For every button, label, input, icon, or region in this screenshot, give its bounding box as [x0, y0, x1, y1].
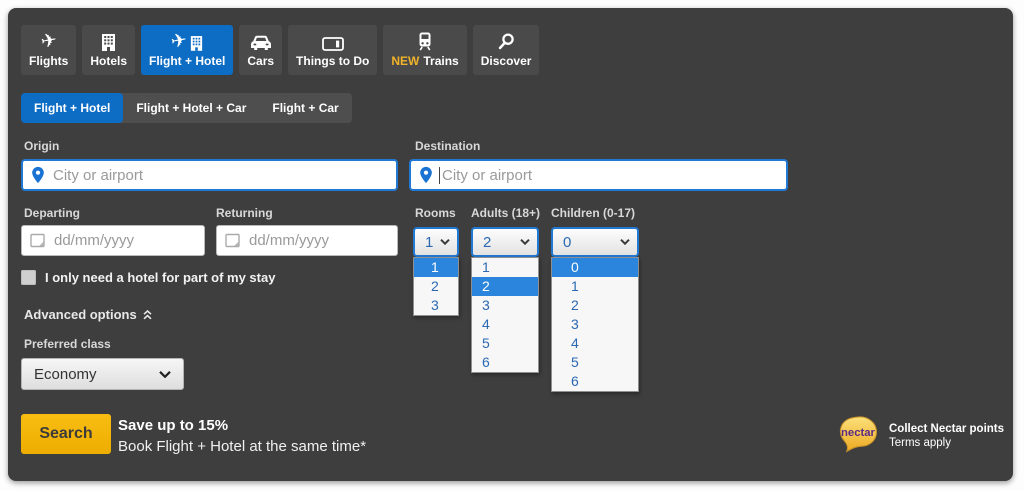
adults-value: 2	[483, 234, 491, 251]
origin-input[interactable]	[53, 167, 388, 184]
children-option[interactable]: 6	[552, 372, 638, 391]
chevron-down-icon	[520, 239, 530, 245]
children-option[interactable]: 4	[552, 334, 638, 353]
magnifier-icon	[497, 30, 515, 51]
adults-option[interactable]: 2	[472, 277, 538, 296]
nectar-logo: nectar	[836, 416, 880, 453]
tab-discover[interactable]: Discover	[473, 25, 540, 75]
promo-title: Save up to 15%	[118, 417, 366, 434]
adults-dropdown-list: 123456	[471, 257, 539, 373]
location-pin-icon	[419, 166, 433, 184]
tab-flight-hotel[interactable]: ✈ Flight + Hotel	[141, 25, 233, 75]
preferred-class-select[interactable]: Economy	[21, 358, 184, 390]
returning-label: Returning	[216, 206, 273, 220]
children-dropdown-list: 0123456	[551, 257, 639, 392]
children-option[interactable]: 3	[552, 315, 638, 334]
children-option[interactable]: 5	[552, 353, 638, 372]
chevron-down-icon	[440, 239, 450, 245]
children-option[interactable]: 1	[552, 277, 638, 296]
text-cursor	[439, 167, 440, 184]
tab-trains[interactable]: NEWTrains	[383, 25, 466, 75]
rooms-value: 1	[425, 234, 433, 251]
adults-option[interactable]: 4	[472, 315, 538, 334]
adults-option[interactable]: 1	[472, 258, 538, 277]
returning-field	[216, 225, 398, 256]
adults-select[interactable]: 2	[471, 227, 539, 257]
subtab-flight-hotel[interactable]: Flight + Hotel	[21, 93, 123, 123]
tab-label: Flights	[29, 54, 68, 68]
tab-label: NEWTrains	[391, 54, 458, 68]
hotel-part-stay-checkbox[interactable]	[21, 270, 36, 285]
adults-label: Adults (18+)	[471, 206, 540, 220]
nectar-section: nectar Collect Nectar points Terms apply	[836, 416, 1004, 453]
children-label: Children (0-17)	[551, 206, 635, 220]
children-value: 0	[563, 234, 571, 251]
train-icon	[418, 30, 432, 51]
children-select[interactable]: 0	[551, 227, 639, 257]
car-icon	[250, 30, 272, 51]
rooms-label: Rooms	[415, 206, 456, 220]
advanced-options-label: Advanced options	[24, 307, 137, 322]
nectar-text: Collect Nectar points Terms apply	[889, 423, 1004, 453]
new-badge: NEW	[391, 54, 419, 68]
departing-label: Departing	[24, 206, 80, 220]
children-option[interactable]: 2	[552, 296, 638, 315]
tab-label: Hotels	[90, 54, 127, 68]
nectar-line1: Collect Nectar points	[889, 423, 1004, 435]
tab-things-to-do[interactable]: Things to Do	[288, 25, 377, 75]
tab-hotels[interactable]: Hotels	[82, 25, 135, 75]
location-pin-icon	[31, 166, 45, 184]
rooms-option[interactable]: 2	[414, 277, 458, 296]
preferred-class-label: Preferred class	[24, 337, 111, 351]
chevron-down-icon	[159, 371, 171, 378]
promo-text: Save up to 15% Book Flight + Hotel at th…	[118, 417, 366, 455]
hotel-icon	[101, 30, 116, 51]
subtab-flight-car[interactable]: Flight + Car	[259, 93, 351, 123]
package-subtabs: Flight + Hotel Flight + Hotel + Car Flig…	[21, 93, 352, 123]
destination-label: Destination	[415, 139, 480, 153]
rooms-dropdown-list: 123	[413, 257, 459, 316]
preferred-class-value: Economy	[34, 366, 97, 383]
promo-subtitle: Book Flight + Hotel at the same time*	[118, 438, 366, 455]
main-tabs: ✈ Flights Hotels ✈ Flight + Hotel Cars	[21, 25, 539, 75]
departing-field	[21, 225, 205, 256]
destination-field	[409, 159, 788, 191]
hotel-part-stay-row: I only need a hotel for part of my stay	[21, 270, 275, 285]
rooms-option[interactable]: 3	[414, 296, 458, 315]
origin-field	[21, 159, 398, 191]
origin-label: Origin	[24, 139, 59, 153]
rooms-select[interactable]: 1	[413, 227, 459, 257]
calendar-icon	[30, 233, 46, 248]
departing-input[interactable]	[54, 232, 196, 249]
tab-label: Cars	[247, 54, 274, 68]
nectar-logo-text: nectar	[841, 427, 876, 439]
tab-label: Things to Do	[296, 54, 369, 68]
booking-widget: ✈ Flights Hotels ✈ Flight + Hotel Cars	[8, 8, 1013, 481]
returning-input[interactable]	[249, 232, 389, 249]
advanced-options-toggle[interactable]: Advanced options	[24, 307, 152, 322]
plane-hotel-icon: ✈	[171, 30, 203, 51]
search-button[interactable]: Search	[21, 414, 111, 454]
tab-cars[interactable]: Cars	[239, 25, 282, 75]
adults-option[interactable]: 5	[472, 334, 538, 353]
adults-option[interactable]: 3	[472, 296, 538, 315]
tab-flights[interactable]: ✈ Flights	[21, 25, 76, 75]
destination-input[interactable]	[442, 167, 778, 184]
adults-option[interactable]: 6	[472, 353, 538, 372]
tab-label: Discover	[481, 54, 532, 68]
children-option[interactable]: 0	[552, 258, 638, 277]
ticket-icon	[322, 30, 344, 51]
tab-label: Flight + Hotel	[149, 54, 225, 68]
rooms-option[interactable]: 1	[414, 258, 458, 277]
chevron-down-icon	[620, 239, 630, 245]
hotel-part-stay-label: I only need a hotel for part of my stay	[45, 270, 275, 285]
calendar-icon	[225, 233, 241, 248]
nectar-line2: Terms apply	[889, 437, 1004, 449]
plane-icon: ✈	[41, 30, 57, 51]
double-chevron-up-icon	[143, 310, 152, 320]
subtab-flight-hotel-car[interactable]: Flight + Hotel + Car	[123, 93, 259, 123]
